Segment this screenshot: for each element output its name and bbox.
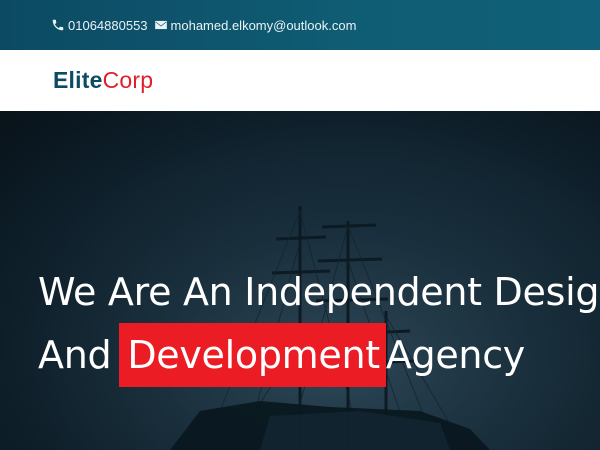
headline-word-agency: Agency — [385, 333, 525, 377]
brand-logo-part2: Corp — [102, 67, 154, 93]
headline-line-2: And Development Agency — [38, 323, 600, 387]
headline-line-1: We Are An Independent Design — [38, 270, 600, 314]
headline-word-and: And — [38, 333, 112, 377]
main-navbar: EliteCorp — [0, 50, 600, 111]
envelope-icon — [154, 20, 167, 30]
brand-logo[interactable]: EliteCorp — [53, 67, 153, 94]
email-address: mohamed.elkomy@outlook.com — [170, 17, 357, 33]
hero-section: We Are An Independent Design And Developm… — [0, 111, 600, 450]
brand-logo-part1: Elite — [53, 67, 103, 93]
email-contact[interactable]: mohamed.elkomy@outlook.com — [154, 17, 357, 33]
contact-topbar: 01064880553 mohamed.elkomy@outlook.com — [0, 0, 600, 50]
phone-number: 01064880553 — [68, 17, 148, 33]
phone-icon — [52, 19, 64, 31]
phone-contact[interactable]: 01064880553 — [51, 18, 148, 33]
headline-highlight: Development — [119, 323, 386, 387]
hero-headline: We Are An Independent Design And Developm… — [38, 261, 600, 387]
